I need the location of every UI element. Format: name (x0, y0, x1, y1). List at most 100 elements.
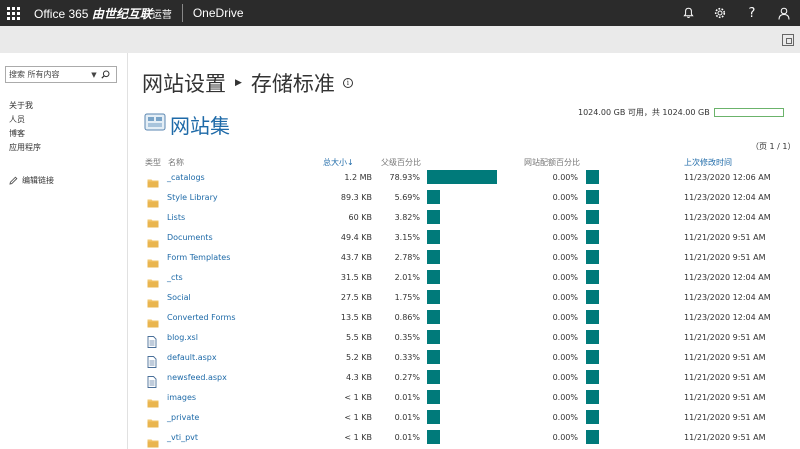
item-quota-percent: 0.00% (552, 373, 578, 382)
item-parent-percent: 0.33% (394, 353, 420, 362)
help-icon[interactable]: ? (736, 0, 768, 26)
nav-link-blog[interactable]: 博客 (9, 127, 41, 141)
item-parent-percent: 0.01% (394, 413, 420, 422)
item-name-link[interactable]: Form Templates (167, 252, 230, 264)
search-icon[interactable] (98, 67, 112, 82)
table-row[interactable]: default.aspx 5.2 KB 0.33% 0.00% 11/21/2020 9… (0, 348, 800, 368)
page-info: （页 1 / 1） (751, 142, 796, 151)
column-header-modified[interactable]: 上次修改时间 (684, 157, 732, 168)
item-modified-date: 11/21/2020 9:51 AM (684, 373, 766, 382)
search-input[interactable] (6, 67, 90, 82)
table-row[interactable]: Form Templates 43.7 KB 2.78% 0.00% 11/21/202… (0, 248, 800, 268)
item-quota-percent: 0.00% (552, 213, 578, 222)
item-size: 1.2 MB (344, 173, 372, 182)
parent-percent-bar (427, 430, 440, 444)
table-row[interactable]: blog.xsl 5.5 KB 0.35% 0.00% 11/21/2020 9:51 … (0, 328, 800, 348)
table-row[interactable]: _private < 1 KB 0.01% 0.00% 11/21/2020 9:51 … (0, 408, 800, 428)
item-parent-percent: 1.75% (394, 293, 420, 302)
table-row[interactable]: Style Library 89.3 KB 5.69% 0.00% 11/23/2020… (0, 188, 800, 208)
nav-link-people[interactable]: 人员 (9, 113, 41, 127)
quota-percent-bar (586, 170, 599, 184)
table-row[interactable]: images < 1 KB 0.01% 0.00% 11/21/2020 9:51 AM (0, 388, 800, 408)
item-quota-percent: 0.00% (552, 253, 578, 262)
item-name-link[interactable]: Style Library (167, 192, 218, 204)
column-header-name[interactable]: 名称 (168, 157, 184, 168)
quota-percent-bar (586, 430, 599, 444)
storage-usage-bar (713, 108, 784, 117)
item-name-link[interactable]: newsfeed.aspx (167, 372, 227, 384)
item-size: 31.5 KB (340, 273, 372, 282)
table-row[interactable]: Converted Forms 13.5 KB 0.86% 0.00% 11/23/20… (0, 308, 800, 328)
item-modified-date: 11/21/2020 9:51 AM (684, 413, 766, 422)
item-name-link[interactable]: default.aspx (167, 352, 217, 364)
item-modified-date: 11/23/2020 12:04 AM (684, 293, 771, 302)
bell-icon[interactable] (672, 0, 704, 26)
table-row[interactable]: _catalogs 1.2 MB 78.93% 0.00% 11/23/2020 12:… (0, 168, 800, 188)
parent-percent-bar (427, 410, 440, 424)
item-parent-percent: 2.01% (394, 273, 420, 282)
column-header-parent-percent[interactable]: 父级百分比 (381, 157, 421, 168)
table-row[interactable]: Documents 49.4 KB 3.15% 0.00% 11/21/2020 9:5… (0, 228, 800, 248)
quota-percent-bar (586, 190, 599, 204)
table-row[interactable]: Social 27.5 KB 1.75% 0.00% 11/23/2020 12:04 … (0, 288, 800, 308)
breadcrumb-parent[interactable]: 网站设置 (142, 68, 226, 98)
item-name-link[interactable]: _private (167, 412, 199, 424)
item-name-link[interactable]: Documents (167, 232, 213, 244)
focus-content-icon[interactable] (782, 34, 794, 46)
item-modified-date: 11/21/2020 9:51 AM (684, 353, 766, 362)
quota-percent-bar (586, 350, 599, 364)
suite-bar: Office 365 由世纪互联运营 OneDrive ? (0, 0, 800, 26)
item-quota-percent: 0.00% (552, 273, 578, 282)
item-quota-percent: 0.00% (552, 433, 578, 442)
user-icon[interactable] (768, 0, 800, 26)
table-row[interactable]: _cts 31.5 KB 2.01% 0.00% 11/23/2020 12:04 AM (0, 268, 800, 288)
item-modified-date: 11/23/2020 12:04 AM (684, 213, 771, 222)
storage-summary: 1024.00 GB 可用，共 1024.00 GB (578, 107, 784, 118)
item-name-link[interactable]: Converted Forms (167, 312, 236, 324)
site-collection-icon (144, 113, 166, 131)
parent-percent-bar (427, 170, 497, 184)
item-name-link[interactable]: _catalogs (167, 172, 205, 184)
quota-percent-bar (586, 290, 599, 304)
parent-percent-bar (427, 250, 440, 264)
item-size: 4.3 KB (346, 373, 372, 382)
item-parent-percent: 0.01% (394, 433, 420, 442)
item-quota-percent: 0.00% (552, 313, 578, 322)
item-size: 5.2 KB (346, 353, 372, 362)
nav-link-about-me[interactable]: 关于我 (9, 99, 41, 113)
item-quota-percent: 0.00% (552, 233, 578, 242)
storage-text: 1024.00 GB 可用，共 1024.00 GB (578, 108, 710, 117)
item-quota-percent: 0.00% (552, 393, 578, 402)
info-icon[interactable]: i (342, 78, 353, 88)
column-header-type[interactable]: 类型 (145, 157, 161, 168)
item-name-link[interactable]: images (167, 392, 196, 404)
item-size: 89.3 KB (340, 193, 372, 202)
scope-dropdown-icon[interactable]: ▼ (90, 71, 98, 79)
table-row[interactable]: _vti_pvt < 1 KB 0.01% 0.00% 11/21/2020 9:51 … (0, 428, 800, 448)
parent-percent-bar (427, 310, 440, 324)
app-launcher-icon[interactable] (0, 0, 26, 26)
item-quota-percent: 0.00% (552, 333, 578, 342)
parent-percent-bar (427, 370, 440, 384)
column-header-total-size[interactable]: 总大小↓ (323, 157, 354, 168)
item-modified-date: 11/23/2020 12:04 AM (684, 193, 771, 202)
parent-percent-bar (427, 230, 440, 244)
item-name-link[interactable]: Social (167, 292, 191, 304)
nav-link-apps[interactable]: 应用程序 (9, 141, 41, 155)
table-row[interactable]: Lists 60 KB 3.82% 0.00% 11/23/2020 12:04 AM (0, 208, 800, 228)
item-name-link[interactable]: _cts (167, 272, 183, 284)
item-name-link[interactable]: Lists (167, 212, 185, 224)
column-header-quota-percent[interactable]: 网站配额百分比 (524, 157, 580, 168)
item-name-link[interactable]: _vti_pvt (167, 432, 198, 444)
brand-logo[interactable]: Office 365 由世纪互联运营 (34, 5, 172, 22)
item-quota-percent: 0.00% (552, 193, 578, 202)
item-name-link[interactable]: blog.xsl (167, 332, 198, 344)
table-row[interactable]: newsfeed.aspx 4.3 KB 0.27% 0.00% 11/21/2020 … (0, 368, 800, 388)
item-quota-percent: 0.00% (552, 413, 578, 422)
item-modified-date: 11/21/2020 9:51 AM (684, 233, 766, 242)
item-size: < 1 KB (344, 393, 372, 402)
gear-icon[interactable] (704, 0, 736, 26)
site-collection-title[interactable]: 网站集 (170, 110, 230, 139)
app-name[interactable]: OneDrive (193, 6, 244, 20)
ribbon (0, 26, 800, 53)
